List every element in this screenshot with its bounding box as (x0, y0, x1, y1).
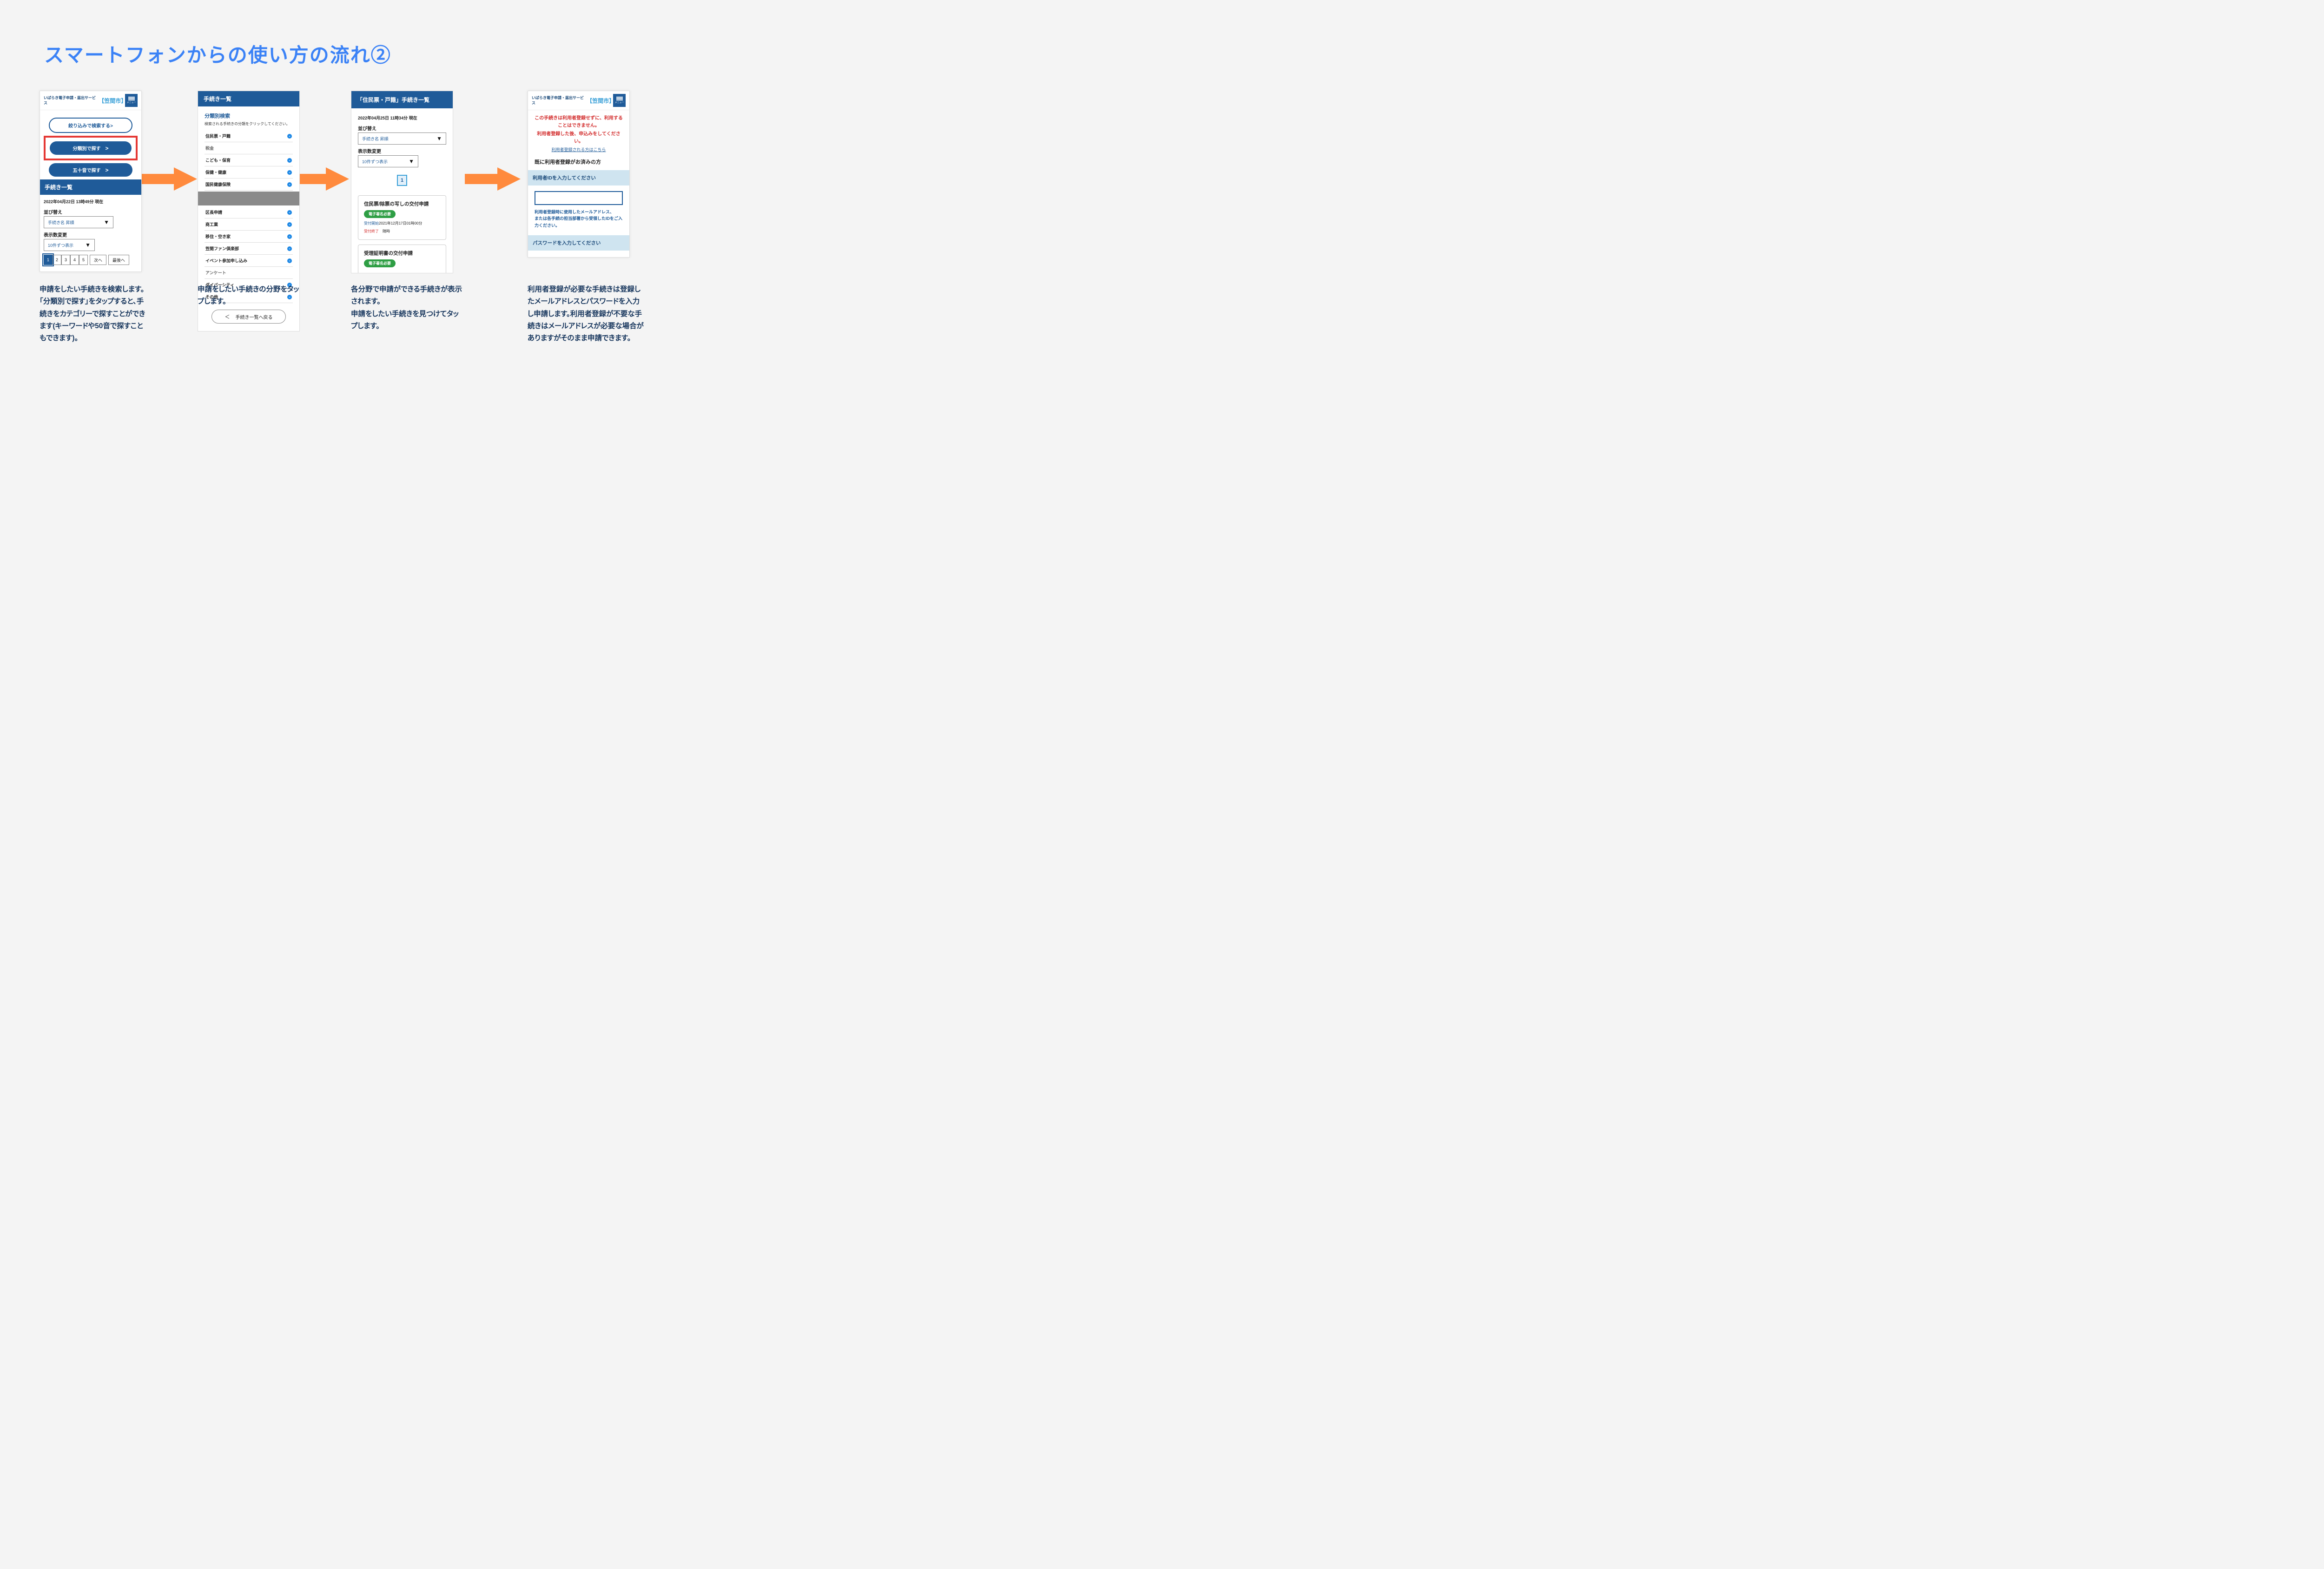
input-hint: 利用者登録時に使用したメールアドレス、 または各手続の担当部署から受領したIDを… (535, 209, 623, 229)
page-title: スマートフォンからの使い方の流れ② (44, 40, 391, 68)
sort-label: 並び替え (44, 208, 138, 215)
chevron-right-icon: > (105, 145, 108, 152)
category-list: 住民票・戸籍⌄ 税金 こども・保育⌄ 保健・健康⌄ 国民健康保険⌄ (205, 130, 293, 191)
chevron-down-icon: ⌄ (287, 246, 292, 251)
card-title: 住民票/除票の写しの交付申請 (364, 200, 440, 207)
page-4[interactable]: 4 (70, 255, 79, 265)
app-header: いばらき電子申請・届出サービス 【笠間市】 メニュー (528, 91, 629, 110)
triangle-down-icon: ▼ (436, 135, 442, 142)
user-id-input[interactable] (535, 191, 623, 205)
app-header: いばらき電子申請・届出サービス 【笠間市】 メニュー (40, 91, 141, 110)
count-select[interactable]: 10件ずつ表示▼ (44, 239, 95, 251)
section-heading: 「住民票・戸籍」手続き一覧 (351, 91, 453, 108)
user-id-label: 利用者IDを入力してください (528, 170, 629, 185)
count-label: 表示数変更 (44, 231, 138, 238)
page-3[interactable]: 3 (61, 255, 70, 265)
list-item[interactable]: 住民票・戸籍⌄ (205, 130, 293, 142)
list-item[interactable]: 商工業⌄ (205, 218, 293, 231)
caption-step-4: 利用者登録が必要な手続きは登録したメールアドレスとパスワードを入力し申請します。… (528, 284, 644, 345)
city-label: 【笠間市】 (99, 97, 125, 105)
count-select[interactable]: 10件ずつ表示▼ (358, 155, 418, 167)
card-title: 受理証明書の交付申請 (364, 250, 440, 257)
arrow-right-icon (293, 167, 349, 191)
search-by-50on-button[interactable]: 五十音で探す> (49, 163, 132, 177)
page-1[interactable]: 1 (397, 175, 407, 186)
triangle-down-icon: ▼ (85, 242, 91, 248)
screenshot-step-1: いばらき電子申請・届出サービス 【笠間市】 メニュー 絞り込みで検索する> 分類… (40, 91, 142, 272)
page-5[interactable]: 5 (79, 255, 88, 265)
last-button[interactable]: 最後へ (108, 255, 129, 265)
meta: 受付終了 随時 (364, 229, 440, 234)
highlight-box: 分類別で探す> (44, 136, 138, 160)
timestamp: 2022年04月25日 11時34分 現在 (358, 115, 446, 121)
chevron-down-icon: ⌄ (287, 210, 292, 215)
sort-select[interactable]: 手続き名 昇順▼ (44, 216, 113, 228)
screenshot-step-4: いばらき電子申請・届出サービス 【笠間市】 メニュー この手続きは利用者登録せず… (528, 91, 630, 258)
service-name: いばらき電子申請・届出サービス (532, 95, 585, 106)
sort-label: 並び替え (358, 125, 446, 132)
next-button[interactable]: 次へ (90, 255, 106, 265)
page-2[interactable]: 2 (53, 255, 61, 265)
chevron-down-icon: ⌄ (287, 222, 292, 227)
signature-badge: 電子署名必要 (364, 259, 396, 267)
chevron-right-icon: > (105, 167, 108, 173)
arrow-right-icon (465, 167, 521, 191)
already-registered-heading: 既に利用者登録がお済みの方 (535, 158, 623, 166)
arrow-right-icon (141, 167, 197, 191)
warning-text: 利用者登録した後、申込みをしてください。 (535, 131, 623, 146)
list-item[interactable]: 移住・空き家⌄ (205, 231, 293, 243)
chevron-left-icon: ＜ (225, 313, 230, 320)
service-name: いばらき電子申請・届出サービス (44, 95, 97, 106)
count-label: 表示数変更 (358, 147, 446, 154)
list-item[interactable]: 区長申請⌄ (205, 206, 293, 218)
chevron-down-icon: ⌄ (287, 170, 292, 175)
register-link[interactable]: 利用者登録される方はこちら (535, 146, 623, 152)
back-button[interactable]: ＜手続き一覧へ戻る (211, 310, 286, 324)
category-search-desc: 検索される手続きの分類をクリックしてください。 (205, 121, 293, 126)
search-by-category-button[interactable]: 分類別で探す> (50, 141, 132, 155)
caption-step-1: 申請をしたい手続きを検索します。「分類別で探す」をタップすると、手続きをカテゴリ… (40, 284, 146, 345)
caption-step-2: 申請をしたい手続きの分野をタップします。 (198, 284, 304, 308)
procedure-card[interactable]: 受理証明書の交付申請 電子署名必要 (358, 245, 446, 273)
list-item[interactable]: 保健・健康⌄ (205, 166, 293, 179)
list-item[interactable]: イベント参加申し込み⌄ (205, 255, 293, 267)
menu-icon[interactable]: メニュー (613, 94, 626, 107)
list-item[interactable]: こども・保育⌄ (205, 154, 293, 166)
list-item[interactable]: 国民健康保険⌄ (205, 179, 293, 191)
chevron-down-icon: ⌄ (287, 258, 292, 263)
meta: 受付開始2021年12月17日01時00分 (364, 221, 440, 226)
menu-icon[interactable]: メニュー (125, 94, 138, 107)
procedure-card[interactable]: 住民票/除票の写しの交付申請 電子署名必要 受付開始2021年12月17日01時… (358, 195, 446, 240)
section-heading: 手続き一覧 (198, 91, 299, 106)
list-item[interactable]: 税金 (205, 142, 293, 154)
caption-step-3: 各分野で申請ができる手続きが表示されます。 申請をしたい手続きを見つけてタップし… (351, 284, 462, 332)
screenshot-step-3: 「住民票・戸籍」手続き一覧 2022年04月25日 11時34分 現在 並び替え… (351, 91, 453, 273)
password-label: パスワードを入力してください (528, 235, 629, 251)
chevron-down-icon: ⌄ (287, 234, 292, 239)
scroll-indicator (198, 192, 299, 205)
pager: 1 2 3 4 5 次へ 最後へ (44, 255, 138, 265)
chevron-down-icon: ⌄ (287, 182, 292, 187)
chevron-down-icon: ⌄ (287, 158, 292, 163)
warning-text: この手続きは利用者登録せずに、利用することはできません。 (535, 115, 623, 130)
triangle-down-icon: ▼ (104, 219, 109, 225)
filter-search-button[interactable]: 絞り込みで検索する> (49, 118, 132, 133)
sort-select[interactable]: 手続き名 昇順▼ (358, 132, 446, 145)
city-label: 【笠間市】 (587, 97, 613, 105)
section-heading: 手続き一覧 (40, 179, 141, 195)
signature-badge: 電子署名必要 (364, 210, 396, 218)
triangle-down-icon: ▼ (409, 158, 414, 165)
list-item[interactable]: 笠間ファン倶楽部⌄ (205, 243, 293, 255)
chevron-down-icon: ⌄ (287, 134, 292, 139)
category-search-title: 分類別検索 (205, 112, 293, 119)
page-1[interactable]: 1 (44, 255, 53, 265)
timestamp: 2022年04月22日 13時49分 現在 (44, 199, 138, 205)
list-item[interactable]: アンケート (205, 267, 293, 279)
